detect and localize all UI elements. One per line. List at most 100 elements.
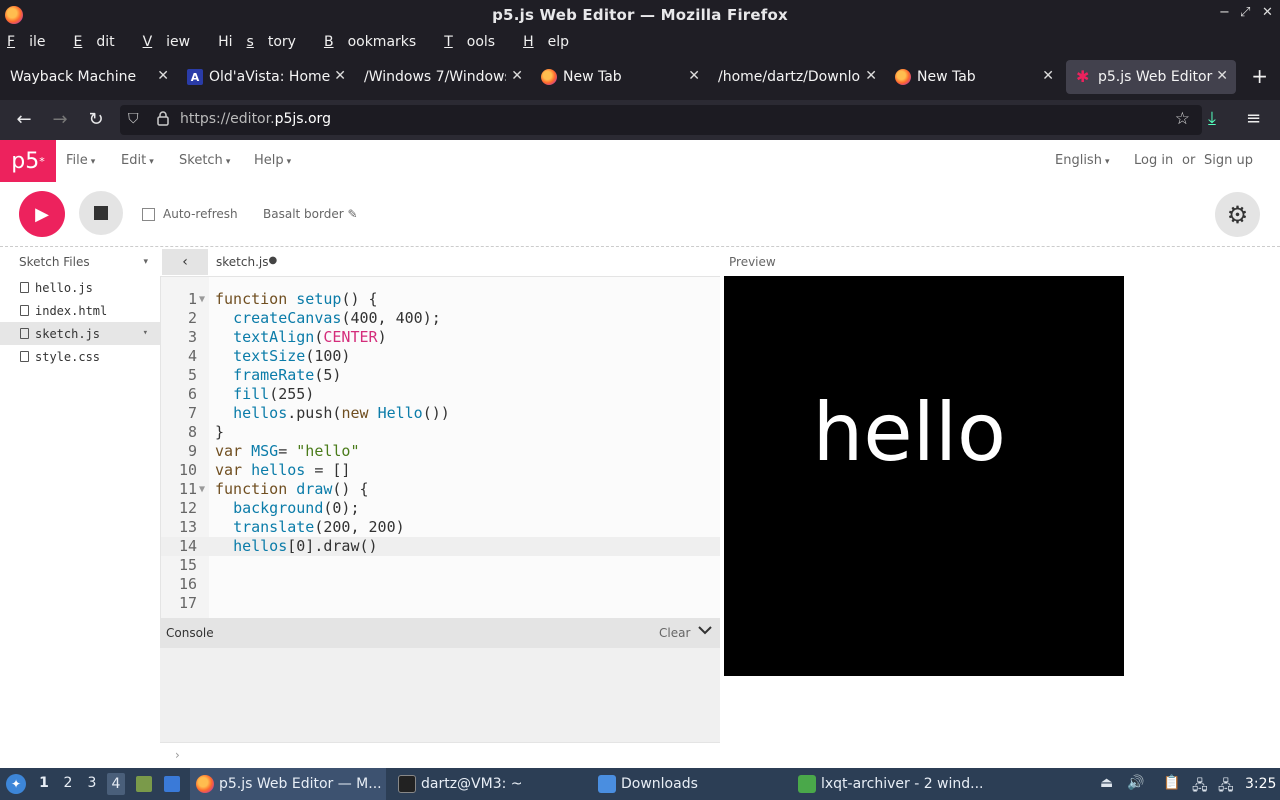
- settings-button[interactable]: ⚙: [1215, 192, 1260, 237]
- fold-arrow-icon[interactable]: ▼: [199, 290, 205, 309]
- code-line[interactable]: 5 frameRate(5): [161, 366, 720, 385]
- close-icon[interactable]: ✕: [157, 68, 169, 84]
- console-clear-button[interactable]: Clear: [659, 626, 690, 640]
- caret-down-icon[interactable]: ▾: [143, 328, 148, 338]
- sketch-files-header[interactable]: Sketch Files ▾: [0, 248, 160, 276]
- workspace-1[interactable]: 1: [35, 775, 53, 791]
- eject-icon[interactable]: ⏏: [1100, 775, 1113, 791]
- fold-arrow-icon[interactable]: ▼: [199, 480, 205, 499]
- code-line[interactable]: 3 textAlign(CENTER): [161, 328, 720, 347]
- p5-menu-edit[interactable]: Edit ▾: [121, 153, 154, 168]
- taskbar-terminal[interactable]: dartz@VM3: ~: [392, 768, 588, 800]
- network-icon[interactable]: 🖧: [1192, 775, 1208, 799]
- code-line[interactable]: 8}: [161, 423, 720, 442]
- code-line[interactable]: 15: [161, 556, 720, 575]
- pencil-icon[interactable]: ✎: [348, 207, 358, 221]
- clipboard-icon[interactable]: 📋: [1163, 775, 1180, 791]
- collapse-sidebar-button[interactable]: ‹: [162, 249, 208, 275]
- tab-p5js-web-editor[interactable]: ✱ p5.js Web Editor ✕: [1066, 60, 1236, 94]
- code-line[interactable]: 7 hellos.push(new Hello()): [161, 404, 720, 423]
- code-line[interactable]: 16: [161, 575, 720, 594]
- tab-windows7[interactable]: /Windows 7/Windows ✕: [354, 60, 531, 94]
- code-line[interactable]: 2 createCanvas(400, 400);: [161, 309, 720, 328]
- bookmark-star-icon[interactable]: ☆: [1175, 109, 1190, 129]
- taskbar-archiver[interactable]: lxqt-archiver - 2 wind...: [792, 768, 988, 800]
- preview-canvas[interactable]: hello: [724, 276, 1124, 676]
- workspace-2[interactable]: 2: [59, 775, 77, 791]
- network-status-icon[interactable]: 🖧: [1218, 775, 1234, 799]
- menu-view[interactable]: View: [143, 34, 205, 50]
- tab-downloads-folder[interactable]: /home/dartz/Downloads ✕: [708, 60, 885, 94]
- close-icon[interactable]: ✕: [511, 68, 523, 84]
- code-line[interactable]: 11 ▼ function draw() {: [161, 480, 720, 499]
- tab-oldavista[interactable]: A Old'aVista: Home ✕: [177, 60, 354, 94]
- caret-down-icon[interactable]: ▾: [143, 257, 148, 267]
- close-window-button[interactable]: ✕: [1262, 5, 1273, 20]
- hamburger-menu-icon[interactable]: ≡: [1246, 108, 1261, 129]
- menu-history[interactable]: Hi s tory: [218, 34, 310, 50]
- close-icon[interactable]: ✕: [1216, 68, 1228, 84]
- menu-help[interactable]: Help: [523, 34, 583, 50]
- forward-arrow-icon[interactable]: →: [48, 108, 72, 132]
- chevron-down-icon[interactable]: [698, 623, 712, 639]
- maximize-button[interactable]: ⤢: [1240, 5, 1250, 20]
- code-line[interactable]: 1 ▼ function setup() {: [161, 290, 720, 309]
- menu-edit[interactable]: Edit: [73, 34, 128, 50]
- lock-icon[interactable]: [156, 110, 170, 130]
- sketch-name[interactable]: Basalt border ✎: [263, 207, 358, 221]
- file-manager-icon[interactable]: [164, 776, 180, 792]
- tab-new-tab-2[interactable]: New Tab ✕: [885, 60, 1062, 94]
- code-line[interactable]: 17: [161, 594, 720, 613]
- menu-tools[interactable]: Tools: [444, 34, 509, 50]
- p5-menu-sketch[interactable]: Sketch ▾: [179, 153, 230, 168]
- auto-refresh-toggle[interactable]: Auto-refresh: [142, 207, 238, 221]
- workspace-4[interactable]: 4: [107, 773, 125, 795]
- downloads-icon[interactable]: ⤓: [1208, 108, 1216, 129]
- close-icon[interactable]: ✕: [865, 68, 877, 84]
- p5-logo[interactable]: p5 *: [0, 140, 56, 182]
- file-index-html[interactable]: index.html: [0, 299, 160, 322]
- p5-menu-help[interactable]: Help ▾: [254, 153, 291, 168]
- file-hello-js[interactable]: hello.js: [0, 276, 160, 299]
- url-bar[interactable]: ⛉ https://editor.p5js.org ☆: [120, 105, 1202, 135]
- tab-wayback-machine[interactable]: Wayback Machine ✕: [0, 60, 177, 94]
- code-line[interactable]: 4 textSize(100): [161, 347, 720, 366]
- code-token: = []: [305, 461, 351, 479]
- code-line[interactable]: 13 translate(200, 200): [161, 518, 720, 537]
- taskbar-downloads[interactable]: Downloads: [592, 768, 788, 800]
- volume-icon[interactable]: 🔊: [1127, 775, 1144, 791]
- p5-menu-file[interactable]: File ▾: [66, 153, 95, 168]
- play-button[interactable]: ▶: [19, 191, 65, 237]
- close-icon[interactable]: ✕: [334, 68, 346, 84]
- stop-button[interactable]: [79, 191, 123, 235]
- taskbar-firefox[interactable]: p5.js Web Editor — M...: [190, 768, 386, 800]
- signup-link[interactable]: Sign up: [1204, 153, 1253, 168]
- code-line[interactable]: 6 fill(255): [161, 385, 720, 404]
- login-link[interactable]: Log in: [1134, 153, 1173, 168]
- menu-file[interactable]: File: [7, 34, 59, 50]
- reload-icon[interactable]: ↻: [84, 108, 108, 132]
- tab-new-tab-1[interactable]: New Tab ✕: [531, 60, 708, 94]
- code-editor[interactable]: 1 ▼ function setup() {2 createCanvas(400, …: [160, 276, 720, 618]
- language-select[interactable]: English ▾: [1055, 153, 1109, 168]
- code-line[interactable]: 12 background(0);: [161, 499, 720, 518]
- file-sketch-js[interactable]: sketch.js ▾: [0, 322, 160, 345]
- code-line[interactable]: 9 var MSG= "hello": [161, 442, 720, 461]
- start-menu-icon[interactable]: ✦: [6, 774, 26, 794]
- close-icon[interactable]: ✕: [688, 68, 700, 84]
- show-desktop-icon[interactable]: [136, 776, 152, 792]
- file-style-css[interactable]: style.css: [0, 345, 160, 368]
- close-icon[interactable]: ✕: [1042, 68, 1054, 84]
- auto-refresh-checkbox[interactable]: [142, 207, 155, 221]
- code-line[interactable]: 14 hellos[0].draw(): [161, 537, 720, 556]
- new-tab-button[interactable]: +: [1251, 64, 1268, 88]
- editor-file-tab[interactable]: sketch.js●: [216, 255, 277, 269]
- code-line[interactable]: 10 var hellos = []: [161, 461, 720, 480]
- back-arrow-icon[interactable]: ←: [12, 108, 36, 132]
- workspace-3[interactable]: 3: [83, 775, 101, 791]
- console-input[interactable]: ›: [160, 742, 720, 768]
- tracking-shield-icon[interactable]: ⛉: [128, 111, 139, 127]
- menu-bookmarks[interactable]: Bookmarks: [324, 34, 430, 50]
- minimize-button[interactable]: −: [1219, 5, 1230, 20]
